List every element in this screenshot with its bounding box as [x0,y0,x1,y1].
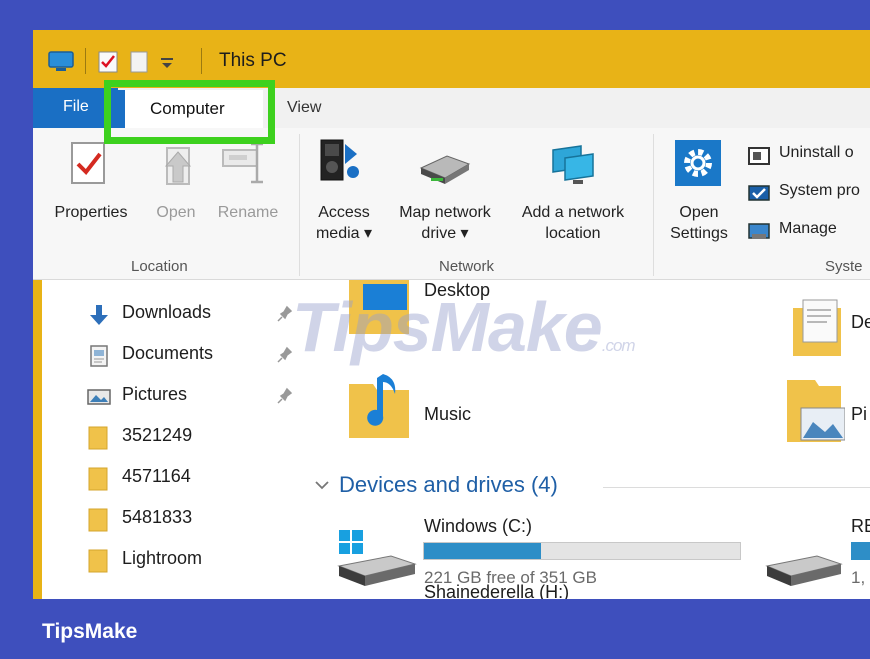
drive-free-space: 1, [851,568,866,587]
folder-label-music[interactable]: Music [424,404,471,425]
devices-section-header[interactable]: Devices and drives (4) [339,472,558,498]
pin-icon[interactable] [277,305,293,323]
properties-quick-icon[interactable] [97,50,119,74]
nav-item-label: 3521249 [122,425,193,445]
drive-icon[interactable] [765,554,845,588]
window-title: This PC [219,50,287,71]
settings-gear-icon [675,140,721,186]
system-properties-button[interactable]: System pro [779,182,860,200]
folder-label-pictures[interactable]: Pi [851,404,867,425]
open-icon [164,147,192,185]
folder-icon [88,508,108,532]
folder-icon [88,549,108,573]
music-folder-icon[interactable] [345,368,415,440]
download-arrow-icon [90,305,108,325]
ribbon: Properties Open Rename Location Access m… [33,128,870,280]
watermark-text: TipsMake [292,288,603,366]
map-network-drive-label-2: drive ▾ [421,225,469,242]
uninstall-program-button[interactable]: Uninstall o [779,144,854,162]
system-properties-icon [748,185,770,201]
tab-computer-label: Computer [150,99,225,118]
nav-item-label: Downloads [122,302,212,322]
properties-icon [71,142,105,184]
folder-icon [88,467,108,491]
properties-button[interactable]: Properties [47,202,135,223]
manage-button[interactable]: Manage [779,220,837,238]
separator [201,48,202,74]
location-group-label: Location [131,258,188,275]
document-icon [90,345,108,367]
tab-view[interactable]: View [287,99,321,117]
tab-file[interactable]: File [33,88,118,128]
open-settings-button[interactable]: Open Settings [661,202,737,244]
drive-usage-bar [423,542,741,560]
open-settings-label-2: Settings [670,225,728,242]
watermark: TipsMake.com [292,287,636,367]
pictures-icon [87,389,111,405]
nav-item-label: Pictures [122,384,188,404]
system-group-label: Syste [825,258,863,275]
tab-accent-bar [117,90,125,128]
rename-icon [222,142,263,184]
drive-usage-bar [851,542,870,560]
manage-icon [748,223,770,239]
footer-brand: TipsMake [42,620,138,643]
map-network-drive-icon [419,155,471,184]
nav-item-label: 4571164 [122,466,191,486]
windows-drive-icon[interactable] [335,528,419,592]
open-settings-label-1: Open [679,204,719,221]
new-folder-quick-icon[interactable] [129,50,149,74]
section-divider [603,487,870,488]
tab-computer[interactable]: Computer [117,90,263,128]
access-media-label-2: media ▾ [315,225,373,242]
separator [85,48,86,74]
nav-item-label: Documents [122,343,214,363]
ribbon-separator [299,134,300,276]
access-media-button[interactable]: Access media ▾ [309,202,379,244]
pin-icon[interactable] [277,346,293,364]
folder-label-documents[interactable]: De [851,312,870,333]
title-bar: This PC [33,30,870,88]
monitor-icon[interactable] [47,50,75,72]
drive-label-shainederella[interactable]: Shainederella (H:) [424,582,569,599]
ribbon-separator [653,134,654,276]
customize-toolbar-icon[interactable] [159,56,175,70]
add-network-location-icon [552,145,594,184]
watermark-suffix: .com [601,336,636,355]
chevron-down-icon[interactable] [314,478,330,492]
access-media-label-1: Access [318,204,370,221]
folder-icon [88,426,108,450]
network-group-label: Network [439,258,495,275]
nav-item-label: 5481833 [122,507,193,527]
documents-folder-icon[interactable] [791,298,843,358]
pictures-folder-icon[interactable] [785,378,845,444]
open-button[interactable]: Open [147,202,205,223]
add-network-location-label-2: location [545,225,601,242]
drive-usage-fill [424,543,541,559]
drive-label-windows[interactable]: Windows (C:) [424,516,532,537]
map-network-drive-button[interactable]: Map network drive ▾ [383,202,507,244]
add-network-location-button[interactable]: Add a network location [509,202,637,244]
uninstall-icon [748,147,770,165]
rename-button[interactable]: Rename [213,202,283,223]
ribbon-tab-bar: File Computer View [33,88,870,128]
navigation-pane-edge [33,280,42,599]
access-media-icon [320,139,359,181]
drive-label-second[interactable]: RE [851,516,870,537]
map-network-drive-label-1: Map network [399,204,491,221]
nav-item-label: Lightroom [122,548,203,568]
footer-bar: TipsMake [0,600,870,659]
pin-icon[interactable] [277,387,293,405]
add-network-location-label-1: Add a network [521,204,625,221]
drive-usage-fill [851,542,870,560]
